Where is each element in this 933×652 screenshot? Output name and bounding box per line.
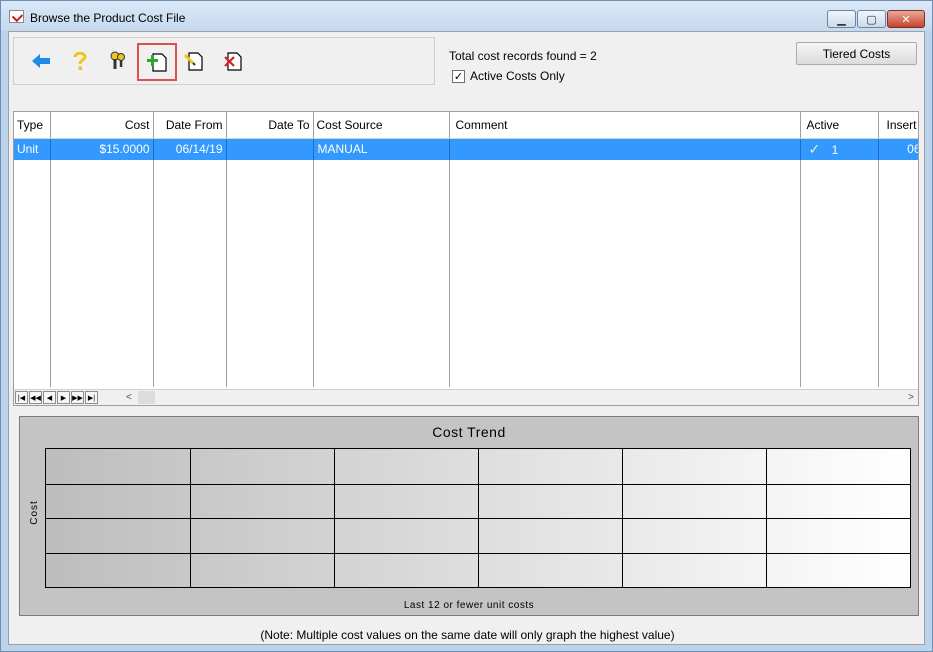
- horizontal-scroll-thumb[interactable]: [137, 391, 155, 404]
- grid-navigation-bar: |◀ ◀◀ ◀ ▶ ▶▶ ▶| < >: [14, 389, 918, 405]
- chart-title: Cost Trend: [432, 424, 506, 440]
- next-page-button[interactable]: ▶▶: [71, 391, 84, 404]
- col-date-to[interactable]: Date To: [226, 112, 314, 139]
- edit-record-icon: [184, 52, 203, 71]
- active-check-icon: ✓: [808, 140, 821, 157]
- prev-page-icon: ◀◀: [30, 394, 41, 402]
- checkmark-icon: ✓: [453, 70, 464, 83]
- help-icon: [73, 51, 87, 70]
- window-title: Browse the Product Cost File: [30, 11, 186, 25]
- graph-note: (Note: Multiple cost values on the same …: [260, 628, 675, 642]
- cell-insert: 06/1: [878, 138, 918, 160]
- next-page-icon: ▶▶: [72, 394, 83, 402]
- col-cost-source[interactable]: Cost Source: [313, 112, 450, 139]
- keys-button[interactable]: [103, 46, 133, 76]
- chart-grid: [46, 449, 910, 587]
- cost-trend-chart: Cost Trend Cost Last 12 or fewer unit co…: [19, 416, 919, 616]
- client-area: Total cost records found = 2 ✓ Active Co…: [8, 31, 925, 645]
- col-type[interactable]: Type: [14, 112, 51, 139]
- scroll-right-arrow[interactable]: >: [908, 392, 914, 403]
- cell-cost-source: MANUAL: [313, 138, 450, 160]
- add-record-button[interactable]: [137, 43, 177, 81]
- app-icon: [9, 10, 24, 23]
- grid-header-row: Type Cost Date From Date To Cost Source …: [14, 112, 918, 139]
- toolbar: [13, 37, 435, 85]
- cell-active: ✓ 1: [800, 138, 879, 160]
- chart-plot-area: [45, 448, 911, 588]
- active-value: 1: [831, 142, 839, 157]
- next-record-button[interactable]: ▶: [57, 391, 70, 404]
- back-button[interactable]: [26, 46, 56, 76]
- delete-record-icon: [224, 52, 242, 71]
- prev-page-button[interactable]: ◀◀: [29, 391, 42, 404]
- first-record-button[interactable]: |◀: [15, 391, 28, 404]
- first-icon: |◀: [17, 394, 26, 402]
- chart-y-label: Cost: [28, 500, 40, 525]
- scroll-left-arrow[interactable]: <: [126, 392, 132, 403]
- col-cost[interactable]: Cost: [50, 112, 154, 139]
- tiered-costs-button[interactable]: Tiered Costs: [796, 42, 917, 65]
- edit-record-button[interactable]: [179, 46, 209, 76]
- maximize-button[interactable]: ▢: [857, 10, 886, 28]
- close-icon: ✕: [901, 13, 911, 26]
- chart-x-label: Last 12 or fewer unit costs: [403, 600, 535, 611]
- active-costs-checkbox[interactable]: ✓: [452, 69, 465, 83]
- back-arrow-icon: [32, 54, 50, 68]
- cell-comment: [449, 138, 801, 160]
- app-window: Browse the Product Cost File ▁ ▢ ✕ Total…: [0, 0, 933, 652]
- active-costs-label: Active Costs Only: [470, 69, 565, 83]
- cell-date-to: [226, 138, 314, 160]
- cell-type: Unit: [14, 138, 51, 160]
- active-costs-filter[interactable]: ✓ Active Costs Only: [452, 69, 565, 83]
- cell-date-from: 06/14/19: [153, 138, 227, 160]
- maximize-icon: ▢: [866, 13, 877, 26]
- col-date-from[interactable]: Date From: [153, 112, 227, 139]
- prev-record-button[interactable]: ◀: [43, 391, 56, 404]
- close-button[interactable]: ✕: [887, 10, 925, 28]
- empty-row: [14, 160, 918, 387]
- last-record-button[interactable]: ▶|: [85, 391, 98, 404]
- col-active[interactable]: Active: [800, 112, 879, 139]
- table-row[interactable]: Unit $15.0000 06/14/19 MANUAL ✓ 1 06/1: [14, 138, 918, 160]
- next-icon: ▶: [60, 394, 67, 402]
- record-count: Total cost records found = 2: [449, 49, 597, 63]
- prev-icon: ◀: [46, 394, 53, 402]
- delete-record-button[interactable]: [218, 46, 248, 76]
- col-insert[interactable]: Insert: [878, 112, 918, 139]
- minimize-button[interactable]: ▁: [827, 10, 856, 28]
- col-comment[interactable]: Comment: [449, 112, 801, 139]
- help-button[interactable]: [65, 46, 95, 76]
- cost-grid: Type Cost Date From Date To Cost Source …: [13, 111, 919, 406]
- keys-icon: [110, 51, 125, 69]
- add-record-icon: [147, 53, 167, 72]
- last-icon: ▶|: [87, 394, 96, 402]
- cell-cost: $15.0000: [50, 138, 154, 160]
- title-bar: Browse the Product Cost File ▁ ▢ ✕: [1, 1, 932, 31]
- minimize-icon: ▁: [837, 13, 846, 26]
